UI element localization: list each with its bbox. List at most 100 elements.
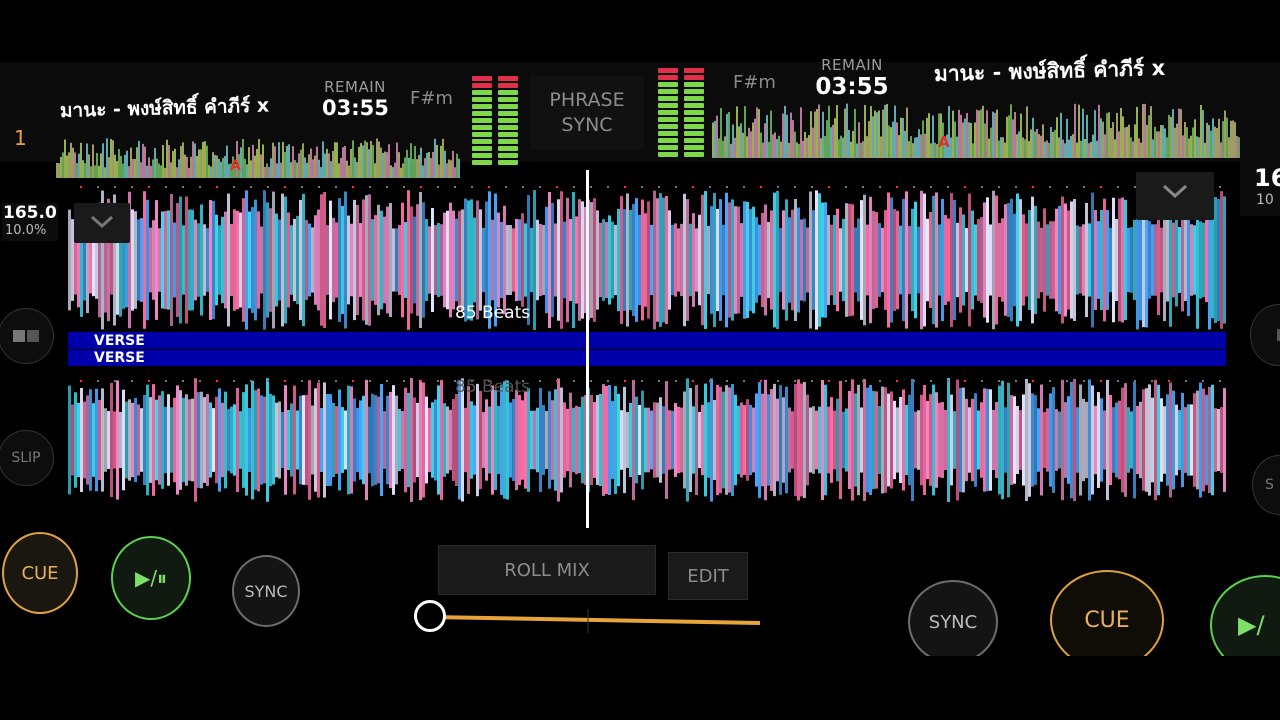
right-layout-button[interactable]	[1250, 304, 1280, 366]
left-slip-button[interactable]: SLIP	[0, 430, 54, 486]
meter-segment	[472, 125, 492, 130]
meter-segment	[472, 90, 492, 95]
right-track-title-text: มานะ - พงษ์สิทธิ์ คำภีร์ x	[933, 55, 1166, 86]
phrase-label-top: VERSE	[94, 333, 145, 349]
meter-segment	[684, 89, 704, 94]
meter-segment	[472, 97, 492, 102]
left-meter-b	[498, 76, 518, 165]
layout-toggle-icon	[13, 330, 39, 342]
crossfader-track[interactable]	[430, 609, 762, 633]
left-track-title-text: มานะ - พงษ์สิทธิ์ คำภีร์ x	[59, 94, 270, 122]
meter-segment	[658, 75, 678, 80]
left-collapse-button[interactable]	[74, 203, 130, 243]
meter-segment	[684, 68, 704, 73]
meter-segment	[498, 146, 518, 151]
left-track-title[interactable]: มานะ - พงษ์สิทธิ์ คำภีร์ x	[60, 91, 270, 126]
meter-segment	[658, 117, 678, 122]
crossfader-handle[interactable]	[414, 600, 446, 632]
meter-segment	[472, 83, 492, 88]
meter-segment	[498, 104, 518, 109]
deck2-waveform[interactable]	[68, 366, 1226, 514]
meter-segment	[658, 82, 678, 87]
meter-segment	[658, 68, 678, 73]
left-key: F#m	[410, 88, 453, 109]
right-meter-a	[658, 68, 678, 157]
layout-toggle-icon	[1277, 329, 1280, 341]
meter-segment	[498, 111, 518, 116]
meter-segment	[684, 117, 704, 122]
beats-countdown: 85 Beats	[455, 303, 531, 323]
meter-segment	[498, 97, 518, 102]
deck1-waveform[interactable]	[68, 172, 1226, 332]
left-bpm-display[interactable]: 165.0 10.0%	[2, 203, 58, 241]
left-remain: REMAIN 03:55	[322, 78, 389, 120]
meter-segment	[658, 145, 678, 150]
meter-segment	[684, 152, 704, 157]
right-cue-button[interactable]: CUE	[1050, 570, 1164, 670]
chevron-down-icon	[1162, 184, 1188, 199]
meter-segment	[498, 83, 518, 88]
meter-segment	[498, 118, 518, 123]
right-level-meters	[658, 68, 704, 157]
phrase-sync-button[interactable]: PHRASE SYNC	[530, 76, 644, 150]
right-remain-label: REMAIN	[821, 56, 883, 74]
meter-segment	[472, 139, 492, 144]
phrase-sync-line2: SYNC	[561, 114, 613, 136]
bottom-letterbox	[0, 656, 1280, 720]
chevron-down-icon	[90, 215, 114, 229]
meter-segment	[472, 76, 492, 81]
meter-segment	[684, 75, 704, 80]
phrase-sync-line1: PHRASE	[549, 89, 625, 111]
edit-button[interactable]: EDIT	[668, 552, 748, 600]
meter-segment	[498, 90, 518, 95]
phrase-band-top	[68, 332, 1226, 349]
meter-segment	[498, 153, 518, 158]
left-cue-button[interactable]: CUE	[2, 532, 78, 614]
left-remain-time: 03:55	[322, 96, 389, 120]
beats-countdown-ghost: 85 Beats	[455, 377, 531, 397]
meter-segment	[658, 138, 678, 143]
left-play-pause-button[interactable]: ▶/⏸	[111, 536, 191, 620]
left-remain-label: REMAIN	[324, 78, 386, 96]
crossfader-line	[430, 609, 761, 633]
meter-segment	[658, 89, 678, 94]
meter-segment	[658, 103, 678, 108]
meter-segment	[498, 139, 518, 144]
left-sync-button[interactable]: SYNC	[232, 555, 300, 627]
meter-segment	[684, 110, 704, 115]
right-slip-button[interactable]: S	[1252, 455, 1280, 515]
meter-segment	[684, 131, 704, 136]
right-sync-button[interactable]: SYNC	[908, 580, 998, 664]
meter-segment	[472, 153, 492, 158]
left-level-meters	[472, 76, 518, 165]
meter-segment	[498, 132, 518, 137]
meter-segment	[472, 132, 492, 137]
left-pitch-value: 10.0%	[5, 223, 47, 238]
meter-segment	[498, 76, 518, 81]
meter-segment	[658, 152, 678, 157]
meter-segment	[472, 111, 492, 116]
meter-segment	[684, 103, 704, 108]
right-bpm-display[interactable]: 16 10	[1240, 160, 1280, 216]
meter-segment	[684, 145, 704, 150]
meter-segment	[684, 138, 704, 143]
meter-segment	[658, 96, 678, 101]
deck-number: 1	[14, 126, 27, 150]
meter-segment	[498, 160, 518, 165]
right-pitch-value: 10	[1256, 192, 1274, 208]
right-collapse-button[interactable]	[1136, 172, 1214, 220]
left-overview-waveform[interactable]	[56, 128, 460, 178]
right-overview-waveform[interactable]	[712, 90, 1240, 158]
meter-segment	[472, 146, 492, 151]
right-cue-marker: A	[938, 133, 950, 151]
roll-mix-button[interactable]: ROLL MIX	[438, 545, 656, 595]
meter-segment	[684, 82, 704, 87]
meter-segment	[658, 124, 678, 129]
right-bpm-value: 16	[1254, 164, 1280, 192]
playhead	[586, 170, 589, 528]
layout-toggle-button[interactable]	[0, 308, 54, 364]
meter-segment	[684, 124, 704, 129]
meter-segment	[658, 110, 678, 115]
right-meter-b	[684, 68, 704, 157]
left-bpm-value: 165.0	[3, 203, 57, 223]
